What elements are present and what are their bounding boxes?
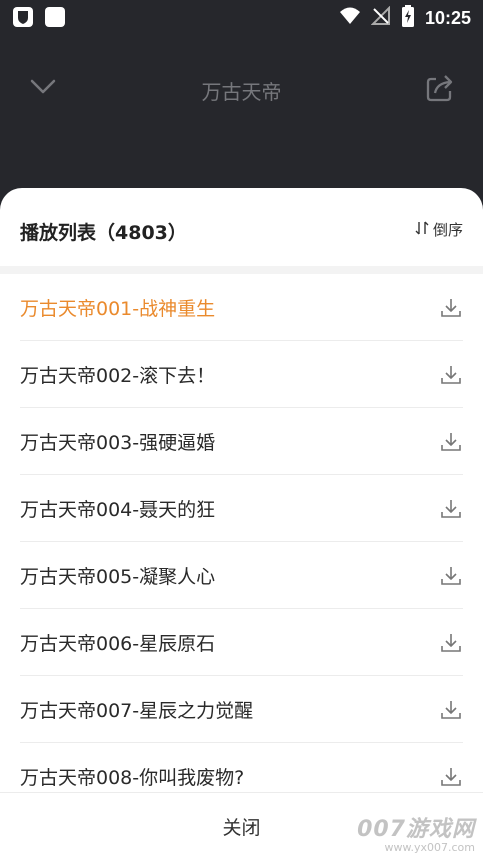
playlist-title: 播放列表（4803） <box>20 222 187 244</box>
close-button[interactable]: 关闭 <box>222 813 260 840</box>
episode-row[interactable]: 万古天帝005-凝聚人心 <box>20 542 463 609</box>
episode-title: 万古天帝003-强硬逼婚 <box>20 431 216 454</box>
download-icon[interactable] <box>439 430 463 454</box>
share-icon[interactable] <box>425 72 455 102</box>
watermark-main: 007游戏网 <box>357 817 475 842</box>
episode-title: 万古天帝005-凝聚人心 <box>20 565 216 588</box>
battery-charging-icon <box>401 5 415 31</box>
playlist-header: 播放列表（4803） 倒序 <box>0 188 483 266</box>
episode-title: 万古天帝008-你叫我废物? <box>20 766 245 789</box>
episode-row[interactable]: 万古天帝007-星辰之力觉醒 <box>20 676 463 743</box>
download-icon[interactable] <box>439 765 463 789</box>
episode-row[interactable]: 万古天帝003-强硬逼婚 <box>20 408 463 475</box>
episode-row[interactable]: 万古天帝002-滚下去！ <box>20 341 463 408</box>
sheet-footer: 关闭 007游戏网 www.yx007.com <box>0 792 483 860</box>
playlist-sheet: 播放列表（4803） 倒序 万古天帝001-战神重生 万古天帝002-滚下去！ … <box>0 188 483 860</box>
episode-title: 万古天帝001-战神重生 <box>20 297 216 320</box>
sort-button[interactable]: 倒序 <box>414 219 463 240</box>
watermark: 007游戏网 www.yx007.com <box>357 811 475 854</box>
status-time: 10:25 <box>424 7 471 28</box>
episode-title: 万古天帝007-星辰之力觉醒 <box>20 699 254 722</box>
no-signal-icon <box>370 5 391 30</box>
shield-notification-icon <box>12 6 34 32</box>
download-icon[interactable] <box>439 296 463 320</box>
square-notification-icon <box>44 6 66 32</box>
download-icon[interactable] <box>439 363 463 387</box>
page-title: 万古天帝 <box>201 80 282 104</box>
episode-row[interactable]: 万古天帝006-星辰原石 <box>20 609 463 676</box>
download-icon[interactable] <box>439 698 463 722</box>
episode-row[interactable]: 万古天帝004-聂天的狂 <box>20 475 463 542</box>
sort-label: 倒序 <box>432 221 463 239</box>
episode-title: 万古天帝006-星辰原石 <box>20 632 216 655</box>
episode-list: 万古天帝001-战神重生 万古天帝002-滚下去！ 万古天帝003-强硬逼婚 万… <box>0 274 483 810</box>
download-icon[interactable] <box>439 497 463 521</box>
top-bar: 万古天帝 <box>0 34 483 144</box>
status-bar: 10:25 <box>0 0 483 34</box>
episode-row[interactable]: 万古天帝001-战神重生 <box>20 274 463 341</box>
wifi-icon <box>339 6 361 30</box>
episode-title: 万古天帝004-聂天的狂 <box>20 498 216 521</box>
episode-title: 万古天帝002-滚下去！ <box>20 364 216 387</box>
download-icon[interactable] <box>439 564 463 588</box>
sort-arrows-icon <box>414 220 430 240</box>
header-divider <box>0 266 483 274</box>
download-icon[interactable] <box>439 631 463 655</box>
